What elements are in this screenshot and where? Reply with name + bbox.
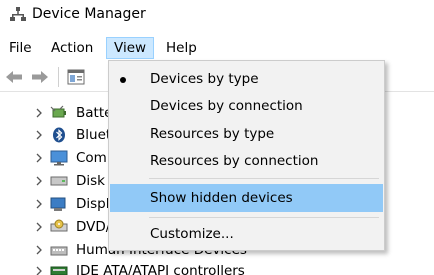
toolbar-separator bbox=[58, 67, 59, 87]
menu-file[interactable]: File bbox=[2, 37, 39, 59]
display-adapter-icon bbox=[50, 196, 68, 212]
bluetooth-icon bbox=[50, 127, 68, 143]
menu-option-label: Resources by type bbox=[150, 126, 275, 142]
menu-bar: File Action View Help bbox=[0, 34, 434, 60]
menu-option-show-hidden-devices[interactable]: Show hidden devices bbox=[110, 184, 383, 212]
properties-icon[interactable] bbox=[66, 68, 86, 86]
back-arrow-icon[interactable] bbox=[4, 68, 24, 86]
tree-item-label: IDE ATA/ATAPI controllers bbox=[76, 263, 245, 275]
menu-option-devices-by-connection[interactable]: Devices by connection bbox=[110, 93, 383, 119]
chevron-right-icon[interactable] bbox=[32, 220, 46, 234]
menu-option-label: Devices by connection bbox=[150, 98, 303, 114]
chevron-right-icon[interactable] bbox=[32, 197, 46, 211]
view-menu-dropdown: Devices by type Devices by connection Re… bbox=[108, 60, 385, 251]
chevron-right-icon[interactable] bbox=[32, 174, 46, 188]
menu-option-devices-by-type[interactable]: Devices by type bbox=[110, 66, 383, 92]
hid-icon bbox=[50, 242, 68, 258]
dvd-drive-icon bbox=[50, 219, 68, 235]
menu-option-label: Show hidden devices bbox=[150, 190, 293, 206]
menu-option-label: Customize... bbox=[150, 226, 234, 242]
menu-help[interactable]: Help bbox=[159, 37, 204, 59]
menu-option-resources-by-type[interactable]: Resources by type bbox=[110, 121, 383, 147]
window-title: Device Manager bbox=[32, 6, 146, 22]
device-manager-icon bbox=[10, 6, 26, 22]
menu-option-customize[interactable]: Customize... bbox=[110, 221, 383, 247]
forward-arrow-icon[interactable] bbox=[30, 68, 50, 86]
menu-view[interactable]: View bbox=[106, 37, 155, 59]
menu-option-resources-by-connection[interactable]: Resources by connection bbox=[110, 148, 383, 174]
chevron-right-icon[interactable] bbox=[32, 128, 46, 142]
menu-option-label: Devices by type bbox=[150, 71, 259, 87]
disk-drive-icon bbox=[50, 173, 68, 189]
chevron-right-icon[interactable] bbox=[32, 106, 46, 120]
menu-action[interactable]: Action bbox=[44, 37, 100, 59]
tree-item-ide-controllers[interactable]: IDE ATA/ATAPI controllers bbox=[0, 259, 434, 275]
battery-icon bbox=[50, 105, 68, 121]
menu-option-label: Resources by connection bbox=[150, 153, 319, 169]
radio-bullet-icon bbox=[120, 77, 126, 83]
menu-separator bbox=[149, 217, 379, 218]
chevron-right-icon[interactable] bbox=[32, 243, 46, 257]
chevron-right-icon[interactable] bbox=[32, 151, 46, 165]
menu-separator bbox=[149, 178, 379, 179]
computer-icon bbox=[50, 150, 68, 166]
title-bar: Device Manager bbox=[0, 0, 434, 34]
ide-controller-icon bbox=[50, 263, 68, 275]
chevron-right-icon[interactable] bbox=[32, 264, 46, 275]
